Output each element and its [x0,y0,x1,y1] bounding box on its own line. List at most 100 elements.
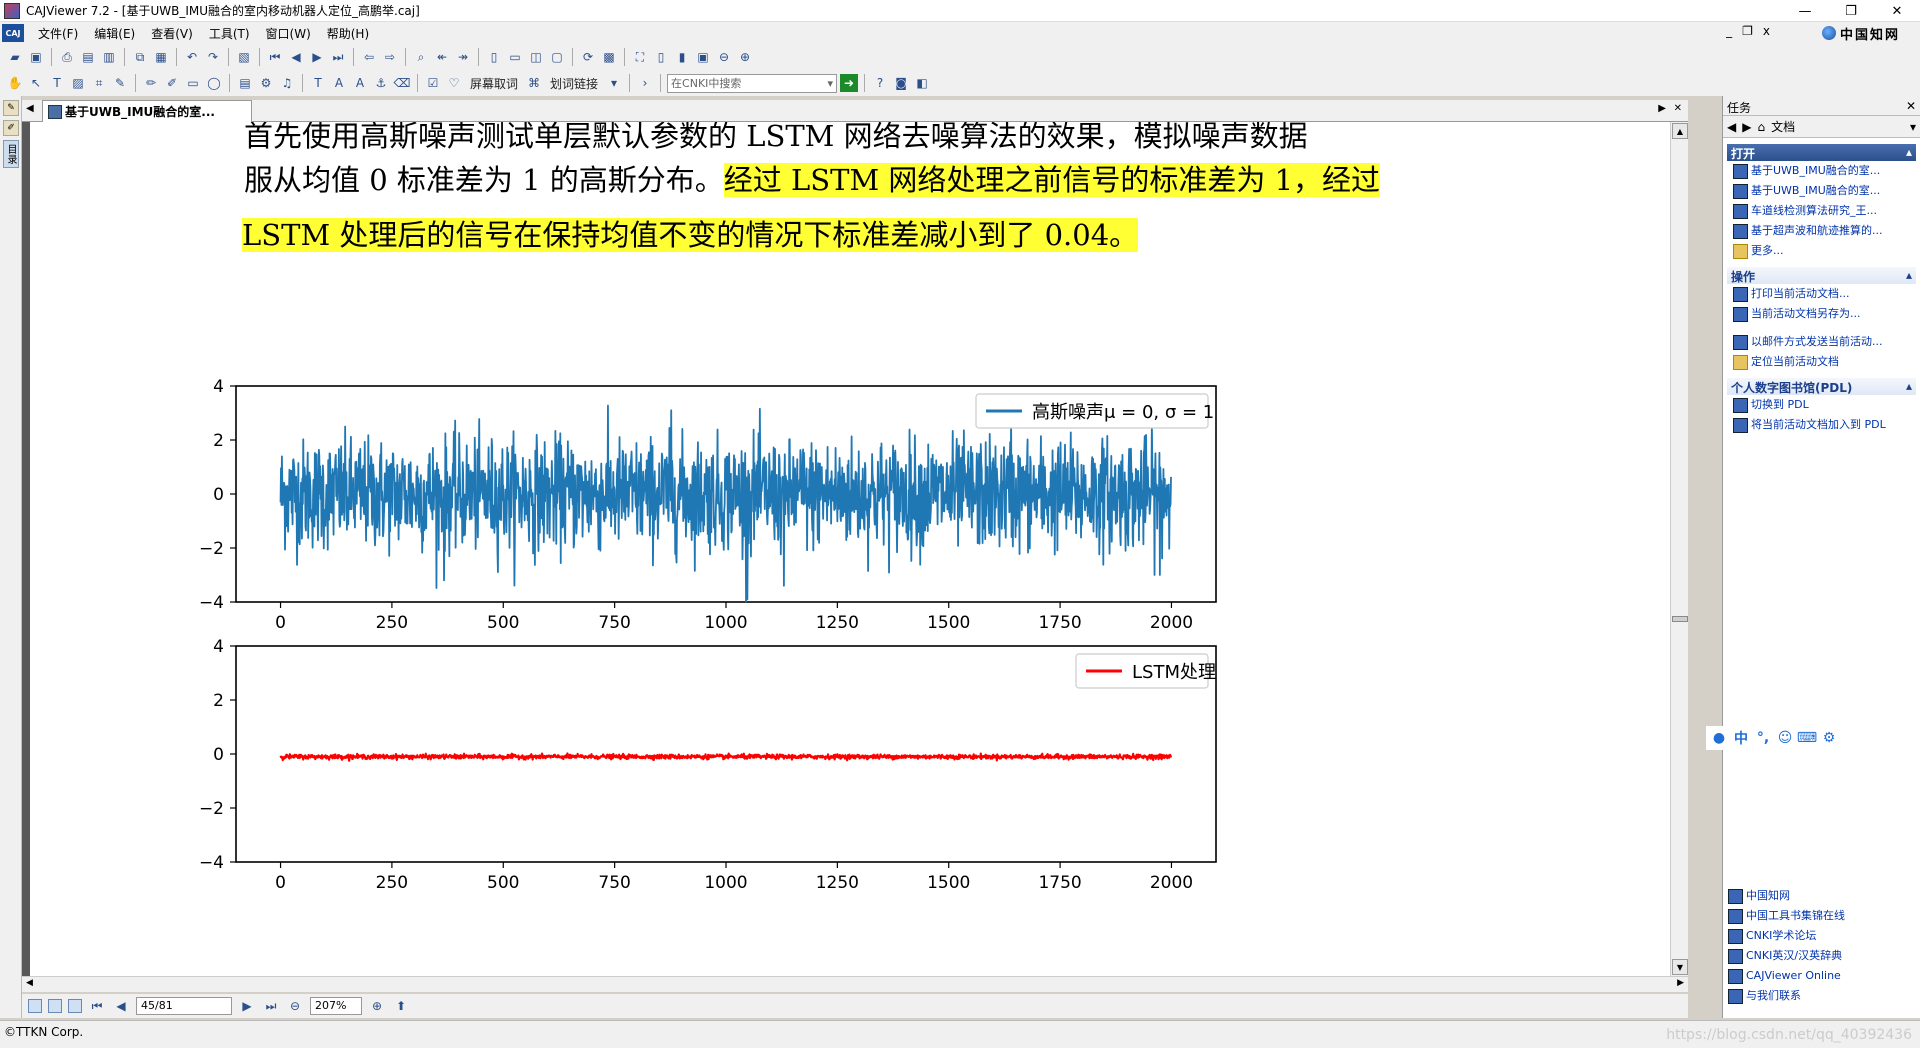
tab-scroll-left-icon[interactable]: ◀ [26,103,34,114]
print-icon[interactable]: ⎙ [58,48,76,66]
home-icon[interactable]: ⌂ [1757,120,1765,134]
tab-scroll-right-icon[interactable]: ▶ [1658,103,1666,114]
next-page-icon[interactable]: ▶ [238,997,256,1015]
forward-icon[interactable]: ⇨ [381,48,399,66]
prev-page-icon[interactable]: ◀ [112,997,130,1015]
tab-document[interactable]: 基于UWB_IMU融合的室... [42,100,252,122]
scrollbar-thumb[interactable] [1672,616,1688,622]
bookmark-icon[interactable]: ▧ [235,48,253,66]
locate-doc-link[interactable]: 定位当前活动文档 [1727,352,1916,372]
first-page-icon[interactable]: ⏮ [266,48,284,66]
first-page-icon[interactable]: ⏮ [88,997,106,1015]
document-viewport[interactable]: 首先使用高斯噪声测试单层默认参数的 LSTM 网络去噪算法的效果，模拟噪声数据 … [22,122,1670,976]
link-cnki-forum[interactable]: CNKI学术论坛 [1722,926,1920,946]
doc-restore-button[interactable]: ❐ [1742,24,1753,38]
single-view-icon[interactable] [28,999,42,1013]
last-page-icon[interactable]: ⏭ [262,997,280,1015]
recent-doc-2[interactable]: 基于UWB_IMU融合的室... [1727,181,1916,201]
ellipse-icon[interactable]: ◯ [205,74,223,92]
anchor-icon[interactable]: ⚓ [372,74,390,92]
continuous-view-icon[interactable] [48,999,62,1013]
scroll-right-icon[interactable]: ▶ [1677,978,1684,988]
scroll-left-icon[interactable]: ◀ [26,978,33,988]
menu-help[interactable]: 帮助(H) [319,25,377,42]
stamp-icon[interactable]: ⚙ [257,74,275,92]
ime-keyboard-icon[interactable]: ⌨ [1797,729,1817,747]
horizontal-scrollbar[interactable]: ◀ ▶ [22,976,1688,992]
text-color-icon[interactable]: A [351,74,369,92]
find-prev-icon[interactable]: ↞ [433,48,451,66]
recent-doc-1[interactable]: 基于UWB_IMU融合的室... [1727,161,1916,181]
close-icon[interactable]: ✕ [1906,99,1916,113]
section-header-open[interactable]: 打开 ▴ [1727,144,1916,161]
menu-view[interactable]: 查看(V) [143,25,201,42]
text-select-icon[interactable]: T [48,74,66,92]
pen-icon[interactable]: ✏ [142,74,160,92]
copy-icon[interactable]: ⧉ [131,48,149,66]
ime-punctuation-icon[interactable]: °, [1754,729,1772,747]
recent-doc-4[interactable]: 基于超声波和航迹推算的... [1727,221,1916,241]
search-go-icon[interactable]: ➜ [840,74,859,92]
snapshot-icon[interactable]: ⌗ [90,74,108,92]
toc-tab[interactable]: 目录 [3,140,19,168]
word-link-icon[interactable]: ⌘ [525,74,543,92]
text-annotation-icon[interactable]: T [309,74,327,92]
more-link[interactable]: 更多... [1727,241,1916,261]
save-as-link[interactable]: 当前活动文档另存为... [1727,304,1916,324]
continuous-page-icon[interactable]: ▭ [506,48,524,66]
menu-window[interactable]: 窗口(W) [258,25,319,42]
link-cajviewer-online[interactable]: CAJViewer Online [1722,966,1920,986]
ime-settings-icon[interactable]: ⚙ [1820,729,1838,747]
rectangle-icon[interactable]: ▭ [184,74,202,92]
facing-page-icon[interactable]: ◫ [527,48,545,66]
link-cnki[interactable]: 中国知网 [1722,886,1920,906]
tab-close-icon[interactable]: ✕ [1674,103,1682,114]
scan-icon[interactable]: ▥ [100,48,118,66]
screen-fetch-button[interactable]: 屏幕取词 [466,75,522,92]
audio-icon[interactable]: ♫ [278,74,296,92]
book-view-icon[interactable]: ▢ [548,48,566,66]
close-button[interactable]: ✕ [1874,0,1920,22]
cnki-brand[interactable]: 中国知网 [1821,23,1900,43]
link-cnki-dictionary[interactable]: CNKI英汉/汉英辞典 [1722,946,1920,966]
ime-emoji-icon[interactable]: ☺ [1776,729,1794,747]
cnki-settings-icon[interactable]: ◧ [913,74,931,92]
maximize-button[interactable]: ❐ [1828,0,1874,22]
next-page-icon[interactable]: ▶ [308,48,326,66]
image-select-icon[interactable]: ▨ [69,74,87,92]
prev-page-icon[interactable]: ◀ [287,48,305,66]
minimize-button[interactable]: — [1782,0,1828,22]
recent-doc-3[interactable]: 车道线检测算法研究_王... [1727,201,1916,221]
find-icon[interactable]: ⌕ [412,48,430,66]
menu-edit[interactable]: 编辑(E) [86,25,143,42]
cnki-search-input[interactable]: 在CNKI中搜索 ▾ [667,73,838,93]
facing-view-icon[interactable] [68,999,82,1013]
ime-user-icon[interactable]: ● [1710,729,1728,747]
page-number-input[interactable]: 45/81 [136,997,232,1015]
link-reference-books[interactable]: 中国工具书集锦在线 [1722,906,1920,926]
layout-icon[interactable]: ▩ [600,48,618,66]
scroll-up-icon[interactable]: ▲ [1672,123,1688,139]
select-tool-icon[interactable]: ↖ [27,74,45,92]
zoom-out-icon[interactable]: ⊖ [715,48,733,66]
task-pane-selector[interactable]: 文档 [1771,118,1795,135]
email-doc-link[interactable]: 以邮件方式发送当前活动... [1727,332,1916,352]
word-link-dropdown-icon[interactable]: ▾ [605,74,623,92]
pin-icon[interactable]: ⬆ [392,997,410,1015]
zoom-in-icon[interactable]: ⊕ [736,48,754,66]
fit-width-icon[interactable]: ▮ [673,48,691,66]
actual-size-icon[interactable]: ▣ [694,48,712,66]
back-icon[interactable]: ◀ [1727,120,1736,134]
fullscreen-icon[interactable]: ⛶ [631,48,649,66]
redo-icon[interactable]: ↷ [204,48,222,66]
edit-icon[interactable]: ✐ [3,120,19,136]
save-icon[interactable]: ▣ [27,48,45,66]
screen-fetch-icon[interactable]: ☑ [424,74,442,92]
hand-tool-icon[interactable]: ✋ [6,74,24,92]
font-icon[interactable]: A [330,74,348,92]
find-next-icon[interactable]: ↠ [454,48,472,66]
undo-icon[interactable]: ↶ [183,48,201,66]
forward-icon[interactable]: ▶ [1742,120,1751,134]
add-to-pdl-link[interactable]: 将当前活动文档加入到 PDL [1727,415,1916,435]
section-header-pdl[interactable]: 个人数字图书馆(PDL) ▴ [1727,378,1916,395]
